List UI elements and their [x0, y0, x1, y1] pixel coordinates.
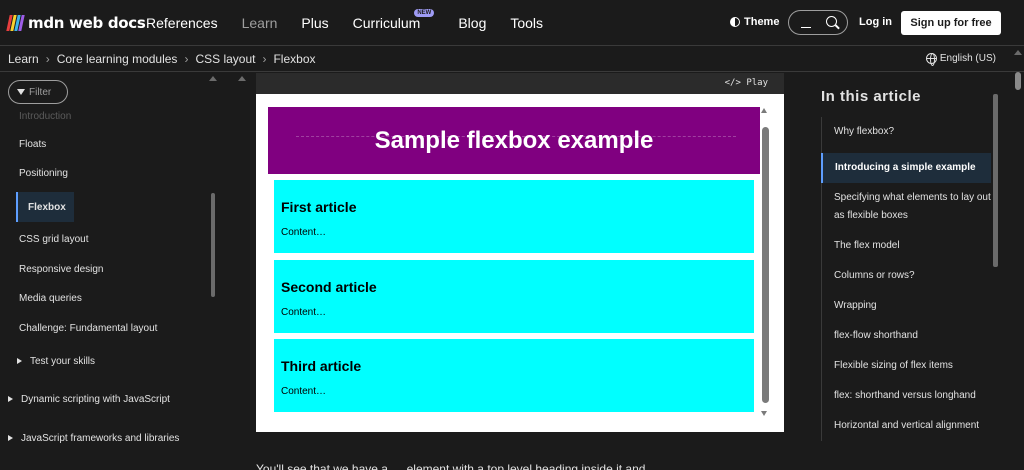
search-button[interactable] [788, 10, 848, 35]
sidebar-scroll-up-icon[interactable] [209, 76, 217, 81]
sidebar-item-css-grid[interactable]: CSS grid layout [19, 234, 88, 245]
article-body-text: You'll see that we have a … element with… [256, 462, 661, 470]
sidebar-item-label: Dynamic scripting with JavaScript [21, 394, 170, 405]
play-button[interactable]: </> Play [725, 78, 768, 88]
sidebar-item-introduction[interactable]: Introduction [19, 111, 71, 122]
toc-item-columns-rows[interactable]: Columns or rows? [822, 261, 991, 291]
sidebar-item-flexbox[interactable]: Flexbox [16, 192, 74, 222]
signup-button[interactable]: Sign up for free [901, 11, 1001, 35]
toc-item-flex-flow[interactable]: flex-flow shorthand [822, 321, 991, 351]
frame-scrollbar[interactable] [762, 127, 769, 403]
demo-header: Sample flexbox example [268, 107, 760, 174]
theme-label: Theme [744, 16, 780, 28]
breadcrumb-separator: › [45, 52, 50, 66]
breadcrumb-flexbox[interactable]: Flexbox [273, 52, 315, 66]
demo-article: Second article Content… [274, 260, 754, 333]
nav-plus[interactable]: Plus [301, 15, 328, 31]
sidebar-item-dynamic-scripting[interactable]: Dynamic scripting with JavaScript [8, 394, 170, 405]
toc-item-wrapping[interactable]: Wrapping [822, 291, 991, 321]
page-scrollbar[interactable] [1015, 72, 1021, 90]
sidebar-item-label: JavaScript frameworks and libraries [21, 433, 180, 444]
nav-learn[interactable]: Learn [242, 15, 278, 31]
breadcrumb-bar: Learn › Core learning modules › CSS layo… [0, 47, 1024, 72]
demo-article: Third article Content… [274, 339, 754, 412]
demo-title: Sample flexbox example [374, 126, 654, 154]
language-label: English (US) [939, 53, 996, 64]
sidebar-item-test-skills[interactable]: Test your skills [17, 356, 95, 367]
breadcrumb: Learn › Core learning modules › CSS layo… [8, 52, 316, 66]
filter-placeholder: Filter [29, 86, 52, 98]
filter-input[interactable]: Filter [8, 80, 68, 104]
toc-item-simple-example[interactable]: Introducing a simple example [821, 153, 991, 183]
toc-item-specifying-elements[interactable]: Specifying what elements to lay out as f… [822, 183, 991, 231]
theme-switcher[interactable]: Theme [730, 16, 779, 28]
article-heading: Second article [281, 279, 377, 295]
sidebar-item-responsive-design[interactable]: Responsive design [19, 264, 104, 275]
sidebar: Filter Introduction Floats Positioning F… [0, 73, 225, 470]
mdn-logo-icon [6, 15, 25, 31]
frame-scroll-up-icon[interactable] [761, 108, 767, 113]
toc-scrollbar[interactable] [993, 94, 998, 267]
expand-icon [17, 358, 22, 364]
toc-item-flex-model[interactable]: The flex model [822, 231, 991, 261]
sidebar-item-js-frameworks[interactable]: JavaScript frameworks and libraries [8, 433, 179, 444]
article-content: Content… [281, 227, 327, 238]
nav-curriculum-label: Curriculum [352, 15, 421, 31]
language-switcher[interactable]: English (US) [925, 53, 996, 66]
filter-icon [17, 89, 25, 95]
frame-scroll-down-icon[interactable] [761, 411, 767, 416]
sidebar-item-label: Test your skills [30, 356, 96, 367]
article-content: Content… [281, 307, 327, 318]
globe-icon [925, 53, 937, 66]
theme-icon [730, 17, 740, 27]
sidebar-item-floats[interactable]: Floats [19, 139, 46, 150]
nav-curriculum[interactable]: Curriculum NEW [352, 9, 435, 31]
article-heading: First article [281, 199, 357, 215]
nav-tools[interactable]: Tools [510, 15, 543, 31]
breadcrumb-separator: › [184, 52, 189, 66]
search-icon [826, 16, 837, 27]
login-link[interactable]: Log in [859, 16, 892, 28]
toc-item-flexible-sizing[interactable]: Flexible sizing of flex items [822, 351, 991, 381]
playground-toolbar: </> Play [256, 73, 784, 94]
example-frame: Sample flexbox example First article Con… [256, 94, 784, 432]
toc-item-why-flexbox[interactable]: Why flexbox? [822, 117, 991, 153]
main-nav: References Learn Plus Curriculum NEW Blo… [146, 9, 567, 31]
toc-list: Why flexbox? Introducing a simple exampl… [821, 117, 991, 441]
top-navigation: mdn web docs References Learn Plus Curri… [0, 0, 1024, 46]
nav-blog[interactable]: Blog [458, 15, 486, 31]
toc-item-alignment[interactable]: Horizontal and vertical alignment [822, 411, 991, 441]
demo-article: First article Content… [274, 180, 754, 253]
breadcrumb-css-layout[interactable]: CSS layout [195, 52, 255, 66]
expand-icon [8, 435, 13, 441]
sidebar-item-positioning[interactable]: Positioning [19, 168, 68, 179]
search-cursor [801, 27, 811, 28]
mdn-logo[interactable]: mdn web docs [6, 14, 146, 32]
breadcrumb-separator: › [262, 52, 267, 66]
main-scroll-up-icon[interactable] [238, 76, 246, 81]
toc-title: In this article [821, 88, 922, 105]
sidebar-scrollbar[interactable] [211, 193, 215, 297]
article-heading: Third article [281, 358, 362, 374]
toc-item-flex-shorthand[interactable]: flex: shorthand versus longhand [822, 381, 991, 411]
sidebar-item-challenge[interactable]: Challenge: Fundamental layout [19, 323, 157, 334]
breadcrumb-learn[interactable]: Learn [8, 52, 39, 66]
sidebar-item-media-queries[interactable]: Media queries [19, 293, 82, 304]
article-content: Content… [281, 386, 327, 397]
page-scroll-up-icon[interactable] [1014, 50, 1022, 55]
breadcrumb-core-modules[interactable]: Core learning modules [57, 52, 178, 66]
nav-references[interactable]: References [146, 15, 218, 31]
new-badge: NEW [414, 9, 435, 17]
logo-text: mdn web docs [28, 14, 146, 32]
expand-icon [8, 396, 13, 402]
